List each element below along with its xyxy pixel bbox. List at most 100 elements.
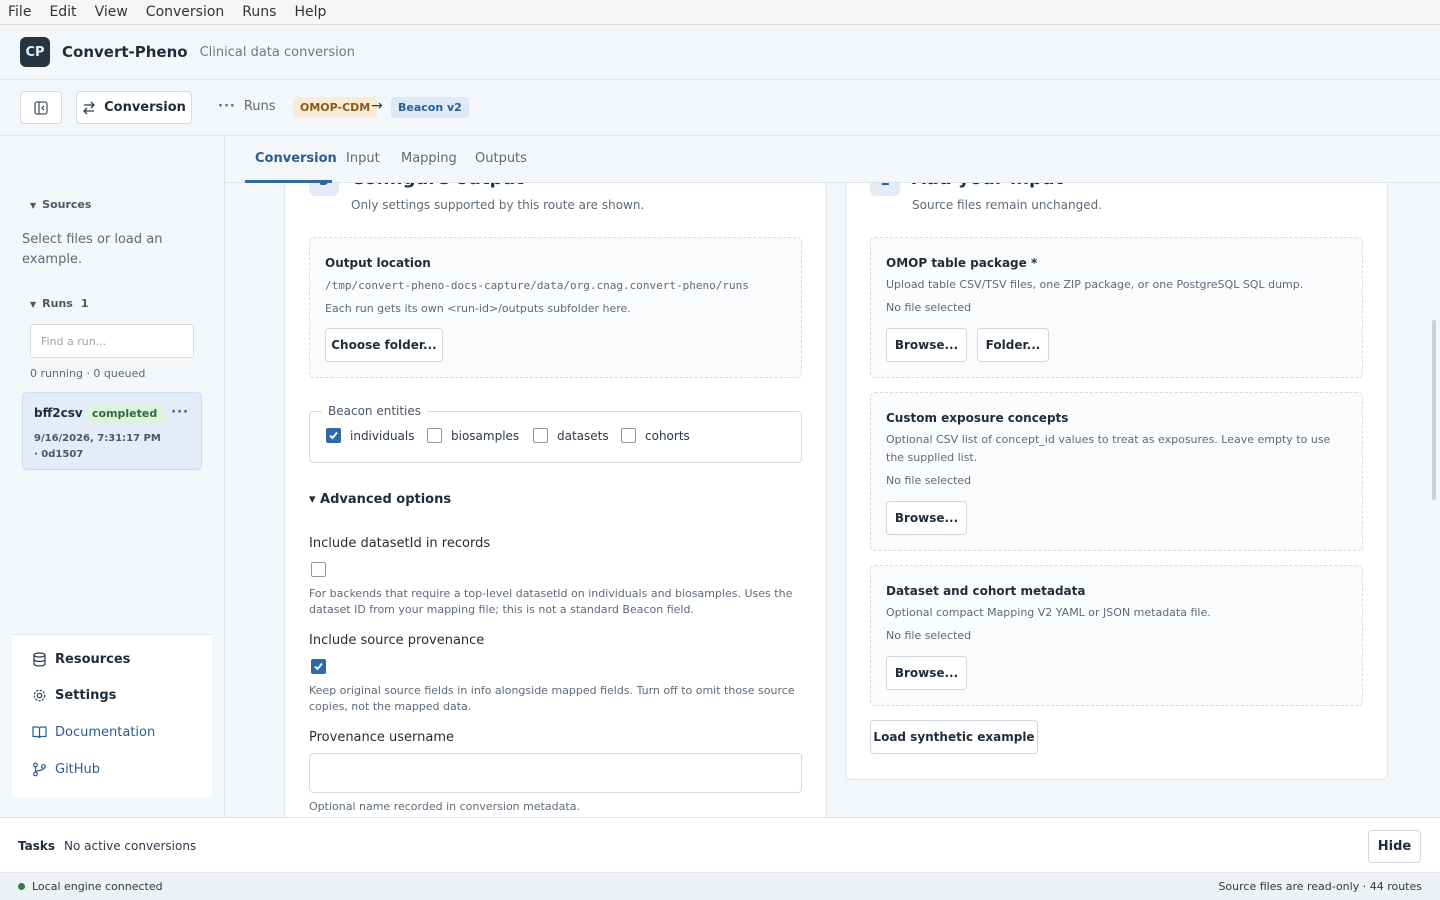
menubar: File Edit View Conversion Runs Help (0, 0, 1440, 25)
runs-section-header[interactable]: ▼ Runs 1 (30, 297, 89, 310)
omop-folder-button[interactable]: Folder... (977, 328, 1049, 362)
main-scrollbar[interactable] (1432, 320, 1436, 500)
sidebar-toggle-button[interactable] (20, 91, 62, 124)
input-step-subtitle: Source files remain unchanged. (912, 198, 1103, 212)
app-logo: CP (20, 37, 50, 67)
checkbox-icon (427, 428, 442, 443)
database-icon (33, 652, 46, 667)
collapse-triangle-icon: ▼ (30, 201, 37, 210)
omop-file-status: No file selected (886, 301, 972, 314)
username-label: Provenance username (309, 730, 455, 745)
choose-folder-button[interactable]: Choose folder... (325, 328, 443, 362)
settings-link[interactable]: Settings (32, 688, 116, 703)
beacon-entities-legend: Beacon entities (328, 404, 422, 418)
exposure-file-status: No file selected (886, 474, 972, 487)
menu-runs[interactable]: Runs (242, 4, 276, 20)
entity-label: individuals (350, 428, 415, 443)
dataset-id-label: Include datasetId in records (309, 536, 491, 551)
book-icon (32, 726, 47, 739)
metadata-box: Dataset and cohort metadata Optional com… (870, 565, 1363, 706)
entity-datasets-checkbox[interactable]: datasets (533, 428, 609, 443)
entity-label: datasets (557, 428, 609, 443)
output-location-box: Output location /tmp/convert-pheno-docs-… (309, 237, 802, 378)
omop-package-help: Upload table CSV/TSV files, one ZIP pack… (886, 278, 1304, 291)
documentation-link[interactable]: Documentation (32, 725, 155, 740)
entity-label: cohorts (645, 428, 690, 443)
status-bar: Local engine connected Source files are … (0, 872, 1440, 900)
runs-label: Runs (42, 297, 73, 310)
runs-count: 1 (80, 297, 89, 310)
tab-mapping[interactable]: Mapping (401, 151, 457, 166)
menu-help[interactable]: Help (294, 4, 326, 20)
omop-package-box: OMOP table package * Upload table CSV/TS… (870, 237, 1363, 378)
engine-status: Local engine connected (32, 880, 163, 893)
app-subtitle: Clinical data conversion (199, 44, 355, 60)
main-content: Conversion Input Mapping Outputs 3 Confi… (225, 136, 1440, 817)
routes-status: Source files are read-only · 44 routes (1218, 880, 1422, 893)
entity-cohorts-checkbox[interactable]: cohorts (621, 428, 690, 443)
sidebar-links: Resources Settings Documentation GitHub (12, 634, 212, 798)
sidebar: ▼ Sources Select files or load an example… (0, 136, 225, 817)
run-name: bff2csv (34, 406, 83, 420)
documentation-label: Documentation (55, 725, 156, 740)
menu-file[interactable]: File (8, 4, 31, 20)
output-location-help: Each run gets its own <run-id>/outputs s… (325, 302, 631, 315)
output-location-path: /tmp/convert-pheno-docs-capture/data/org… (325, 279, 749, 292)
route-arrow: → (371, 98, 383, 114)
tasks-bar: Tasks No active conversions Hide (0, 817, 1440, 872)
runs-link[interactable]: ··· Runs (218, 99, 276, 114)
run-card[interactable]: bff2csv completed ··· 9/16/2026, 7:31:17… (22, 392, 202, 470)
exposure-concepts-help: Optional CSV list of concept_id values t… (886, 433, 1331, 464)
checkbox-icon (621, 428, 636, 443)
exposure-browse-button[interactable]: Browse... (886, 501, 967, 535)
tab-outputs[interactable]: Outputs (475, 151, 527, 166)
resources-link[interactable]: Resources (32, 652, 130, 667)
load-synthetic-example-button[interactable]: Load synthetic example (870, 720, 1038, 754)
metadata-title: Dataset and cohort metadata (886, 584, 1086, 598)
collapse-triangle-icon: ▼ (30, 300, 37, 309)
advanced-options-toggle[interactable]: ▾ Advanced options (309, 492, 451, 507)
checkbox-checked-icon (326, 428, 341, 443)
sources-label: Sources (42, 198, 92, 211)
metadata-browse-button[interactable]: Browse... (886, 656, 967, 690)
settings-label: Settings (55, 688, 117, 703)
provenance-checkbox[interactable] (311, 659, 326, 674)
conversion-button[interactable]: Conversion (76, 91, 192, 124)
sidebar-collapse-icon (34, 100, 48, 115)
sources-section-header[interactable]: ▼ Sources (30, 198, 91, 211)
entity-biosamples-checkbox[interactable]: biosamples (427, 428, 519, 443)
swap-icon (83, 101, 96, 114)
username-help: Optional name recorded in conversion met… (309, 800, 580, 813)
exposure-concepts-title: Custom exposure concepts (886, 411, 1069, 425)
menu-conversion[interactable]: Conversion (146, 4, 225, 20)
tab-conversion[interactable]: Conversion (255, 151, 337, 166)
resources-label: Resources (55, 652, 131, 667)
entity-individuals-checkbox[interactable]: individuals (326, 428, 415, 443)
conversion-button-label: Conversion (104, 100, 186, 115)
dataset-id-help: For backends that require a top-level da… (309, 587, 793, 616)
toolbar: Conversion ··· Runs OMOP-CDM → Beacon v2 (0, 80, 1440, 136)
entity-label: biosamples (451, 428, 520, 443)
run-meta: 9/16/2026, 7:31:17 PM · 0d1507 (34, 433, 161, 460)
dataset-id-checkbox[interactable] (311, 562, 326, 577)
tab-input[interactable]: Input (346, 151, 380, 166)
run-more-icon[interactable]: ··· (171, 405, 189, 420)
app-header: CP Convert-Pheno Clinical data conversio… (0, 25, 1440, 80)
github-link[interactable]: GitHub (32, 762, 100, 777)
tasks-label: Tasks (18, 839, 56, 853)
username-input[interactable] (309, 753, 802, 793)
exposure-concepts-box: Custom exposure concepts Optional CSV li… (870, 392, 1363, 551)
menu-view[interactable]: View (95, 4, 128, 20)
run-search-input[interactable] (30, 324, 194, 358)
metadata-file-status: No file selected (886, 629, 972, 642)
source-format-chip: OMOP-CDM (293, 97, 378, 118)
omop-browse-button[interactable]: Browse... (886, 328, 967, 362)
git-branch-icon (33, 762, 46, 777)
omop-package-title: OMOP table package * (886, 256, 1038, 270)
run-status-badge: completed (86, 404, 164, 423)
provenance-help: Keep original source fields in info alon… (309, 684, 795, 713)
runs-link-label: Runs (243, 99, 276, 114)
hide-tasks-button[interactable]: Hide (1368, 830, 1421, 863)
menu-edit[interactable]: Edit (49, 4, 76, 20)
metadata-help: Optional compact Mapping V2 YAML or JSON… (886, 606, 1211, 619)
